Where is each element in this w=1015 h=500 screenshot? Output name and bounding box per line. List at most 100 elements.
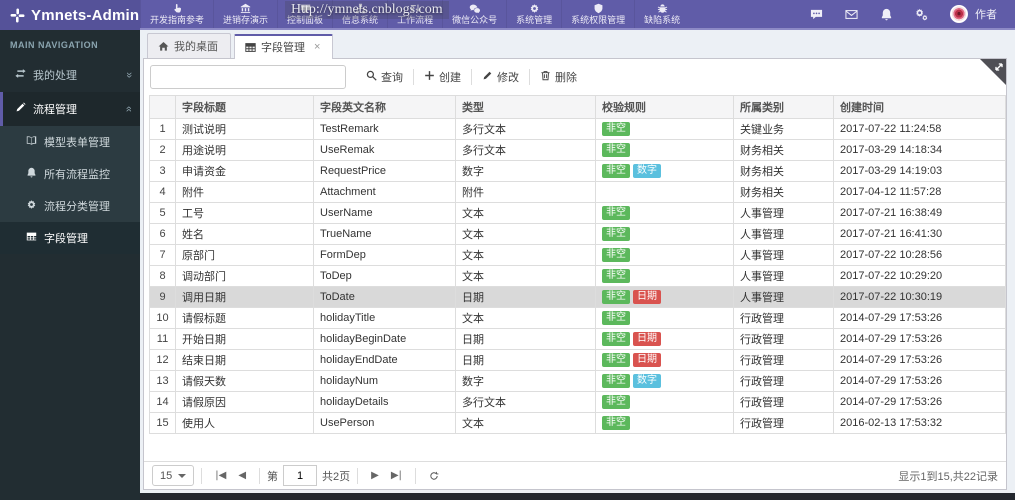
cell-field-english-name: holidayDetails (313, 391, 456, 413)
sidebar-subitem[interactable]: 流程分类管理 (0, 190, 140, 222)
page-number-input[interactable] (283, 465, 318, 486)
nav-item[interactable]: 缺陷系统 (634, 0, 689, 28)
cell-created-time: 2017-07-22 10:28:56 (833, 244, 1006, 266)
sidebar-title: MAIN NAVIGATION (10, 40, 99, 50)
user-menu[interactable]: 作者 (950, 5, 997, 23)
cell-field-title: 原部门 (175, 244, 314, 266)
column-header (149, 95, 176, 119)
rule-badge: 非空 (602, 143, 630, 157)
user-avatar (950, 5, 968, 23)
tab-close-icon[interactable]: × (314, 41, 320, 53)
table-row[interactable]: 8 调动部门 ToDep 文本 非空 人事管理 2017-07-22 10:29:20 (149, 265, 1006, 287)
desktop-icon (300, 3, 311, 14)
app-logo[interactable]: Ymnets-Admin (0, 0, 140, 30)
rule-badge: 非空 (602, 353, 630, 367)
tab-my-desktop[interactable]: 我的桌面 (147, 33, 231, 58)
sidebar-item[interactable]: 我的处理 » (0, 58, 140, 92)
cell-field-type: 文本 (455, 223, 596, 245)
cell-category: 人事管理 (733, 286, 834, 308)
edit-icon (15, 102, 26, 116)
table-row[interactable]: 10 请假标题 holidayTitle 文本 非空 行政管理 2014-07-29 17:… (149, 307, 1006, 329)
pagination-bar: 15 |◀ ◀ 第 共2页 ▶ ▶| 显示1到15,共22记录 (144, 461, 1006, 489)
page-size-select[interactable]: 15 (152, 465, 195, 486)
rule-badge: 非空 (602, 122, 630, 136)
table-row[interactable]: 5 工号 UserName 文本 非空 人事管理 2017-07-21 16:38:49 (149, 202, 1006, 224)
cell-validation-rules: 非空 数字 (595, 160, 734, 182)
cell-field-title: 附件 (175, 181, 314, 203)
table-row[interactable]: 2 用途说明 UseRemak 多行文本 非空 财务相关 2017-03-29 14:18:… (149, 139, 1006, 161)
column-header: 类型 (455, 95, 596, 119)
table-row[interactable]: 13 请假天数 holidayNum 数字 非空 数字 行政管理 2014-07-29 17:… (149, 370, 1006, 392)
top-navbar: 开发指南参考 进销存演示 控制面板 信息系统 工作流程 微信公众号 系统管理 系统权限管理 缺陷… (140, 0, 1015, 30)
cell-validation-rules (595, 181, 734, 203)
main-header: Ymnets-Admin 开发指南参考 进销存演示 控制面板 信息系统 工作流程 微信公众… (0, 0, 1015, 30)
rule-badge: 日期 (633, 290, 661, 304)
table-row[interactable]: 7 原部门 FormDep 文本 非空 人事管理 2017-07-22 10:28:56 (149, 244, 1006, 266)
cell-field-english-name: UseRemak (313, 139, 456, 161)
table-row[interactable]: 15 使用人 UsePerson 文本 非空 行政管理 2016-02-13 17:53:3… (149, 412, 1006, 434)
nav-item[interactable]: 信息系统 (332, 0, 387, 28)
cell-created-time: 2014-07-29 17:53:26 (833, 328, 1006, 350)
cell-field-english-name: holidayBeginDate (313, 328, 456, 350)
hand-pointer-icon (172, 3, 183, 14)
first-page-button[interactable]: |◀ (209, 467, 232, 484)
cell-row-number: 3 (149, 160, 176, 182)
toolbar-button-修改[interactable]: 修改 (472, 65, 529, 89)
app-window: Ymnets-Admin 开发指南参考 进销存演示 控制面板 信息系统 工作流程 微信公众… (0, 0, 1015, 500)
table-row[interactable]: 6 姓名 TrueName 文本 非空 人事管理 2017-07-21 16:41:30 (149, 223, 1006, 245)
search-input[interactable] (150, 65, 346, 89)
toolbar-button-创建[interactable]: 创建 (414, 65, 471, 89)
comment-icon[interactable] (810, 8, 823, 21)
tab-field-management[interactable]: 字段管理 × (234, 34, 334, 59)
table-icon (245, 42, 256, 52)
cell-row-number: 15 (149, 412, 176, 434)
last-page-button[interactable]: ▶| (385, 467, 408, 484)
cell-field-type: 多行文本 (455, 118, 596, 140)
table-row[interactable]: 1 测试说明 TestRemark 多行文本 非空 关键业务 2017-07-22 11:2… (149, 118, 1006, 140)
nav-item[interactable]: 系统权限管理 (561, 0, 634, 28)
chevron-double-down-icon: » (122, 71, 135, 79)
cell-field-type: 文本 (455, 244, 596, 266)
sidebar-subitem[interactable]: 所有流程监控 (0, 158, 140, 190)
refresh-button[interactable] (423, 468, 445, 484)
sidebar-item-label: 我的处理 (33, 70, 77, 82)
table-row[interactable]: 12 结束日期 holidayEndDate 日期 非空 日期 行政管理 2014-07-29… (149, 349, 1006, 371)
sidebar-subitem-label: 模型表单管理 (44, 137, 110, 149)
sidebar-subitem[interactable]: 字段管理 (0, 222, 140, 254)
cell-field-title: 使用人 (175, 412, 314, 434)
sidebar-subitem-label: 所有流程监控 (44, 169, 110, 181)
table-container: 字段标题 字段英文名称 类型 校验规则 所属类别 创建时间 1 测试说明 TestRemark… (144, 95, 1006, 434)
nav-item[interactable]: 控制面板 (277, 0, 332, 28)
rule-badge: 非空 (602, 269, 630, 283)
cell-validation-rules: 非空 (595, 139, 734, 161)
cell-field-type: 日期 (455, 349, 596, 371)
table-row[interactable]: 14 请假原因 holidayDetails 多行文本 非空 行政管理 2014-07-29… (149, 391, 1006, 413)
fullscreen-toggle[interactable] (980, 59, 1006, 85)
sidebar-item[interactable]: 流程管理 » (0, 92, 140, 126)
tab-bar: 我的桌面 字段管理 × (143, 33, 1007, 59)
cell-created-time: 2017-07-21 16:38:49 (833, 202, 1006, 224)
table-row[interactable]: 9 调用日期 ToDate 日期 非空 日期 人事管理 2017-07-22 10:30:19 (149, 286, 1006, 308)
toolbar-button-查询[interactable]: 查询 (356, 65, 413, 89)
cogs-icon[interactable] (915, 8, 928, 21)
bug-icon (657, 3, 668, 14)
table-row[interactable]: 3 申请资金 RequestPrice 数字 非空 数字 财务相关 2017-03-29 14… (149, 160, 1006, 182)
table-row[interactable]: 11 开始日期 holidayBeginDate 日期 非空 日期 行政管理 2014-07-… (149, 328, 1006, 350)
prev-page-button[interactable]: ◀ (232, 467, 252, 484)
nav-item[interactable]: 微信公众号 (442, 0, 506, 28)
nav-item-label: 系统管理 (516, 15, 553, 25)
nav-item[interactable]: 工作流程 (387, 0, 442, 28)
nav-item[interactable]: 进销存演示 (213, 0, 277, 28)
envelope-icon[interactable] (845, 8, 858, 21)
cell-category: 关键业务 (733, 118, 834, 140)
toolbar-button-删除[interactable]: 删除 (530, 65, 587, 89)
sidebar-subitem[interactable]: 模型表单管理 (0, 126, 140, 158)
table-row[interactable]: 4 附件 Attachment 附件 财务相关 2017-04-12 11:57:28 (149, 181, 1006, 203)
cell-field-english-name: ToDate (313, 286, 456, 308)
tab-label: 字段管理 (261, 42, 305, 54)
nav-item[interactable]: 开发指南参考 (140, 0, 213, 28)
plus-icon (424, 70, 435, 84)
nav-item[interactable]: 系统管理 (506, 0, 561, 28)
next-page-button[interactable]: ▶ (365, 467, 385, 484)
bell-icon[interactable] (880, 8, 893, 21)
